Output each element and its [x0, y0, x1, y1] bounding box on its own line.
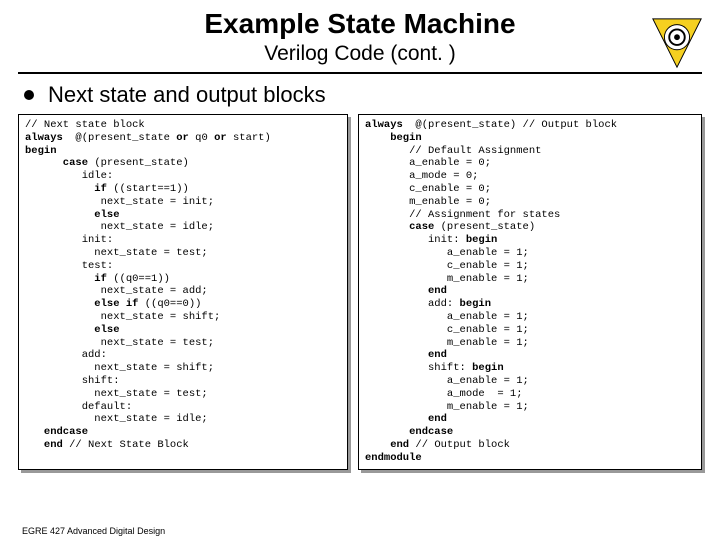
slide-title: Example State Machine: [0, 8, 720, 40]
footer-text: EGRE 427 Advanced Digital Design: [22, 526, 165, 536]
bullet-text: Next state and output blocks: [48, 82, 326, 108]
code-block-right: always @(present_state) // Output block …: [358, 114, 702, 470]
logo-icon: [648, 14, 706, 72]
bullet-item: Next state and output blocks: [0, 78, 720, 114]
bullet-icon: [24, 90, 34, 100]
slide-subtitle: Verilog Code (cont. ): [0, 42, 720, 66]
code-block-left: // Next state block always @(present_sta…: [18, 114, 348, 470]
header-divider: [18, 72, 702, 74]
